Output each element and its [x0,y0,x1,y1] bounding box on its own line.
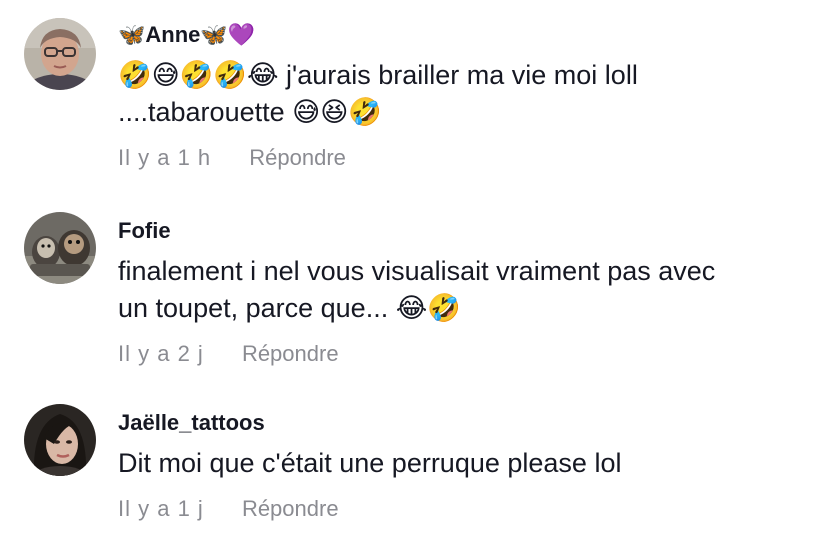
avatar-photo-icon [24,212,96,284]
comment-text-line: finalement i nel vous visualisait vraime… [118,256,716,286]
comment-timestamp: Il y a 2 j [118,341,204,366]
reply-button[interactable]: Répondre [249,145,346,170]
avatar[interactable] [24,18,96,90]
comment-timestamp: Il y a 1 h [118,145,212,170]
comment-meta: Il y a 1 h Répondre [118,145,802,171]
avatar[interactable] [24,212,96,284]
comment-text-line: Dit moi que c'était une perruque please … [118,448,622,478]
comment-text: 🤣😅🤣🤣😂 j'aurais brailler ma vie moi loll … [118,57,802,131]
comment-meta: Il y a 2 j Répondre [118,341,802,367]
comment-timestamp: Il y a 1 j [118,496,204,521]
comment-meta: Il y a 1 j Répondre [118,496,802,522]
comment-text: finalement i nel vous visualisait vraime… [118,253,802,327]
comment-text-line: 🤣😅🤣🤣😂 j'aurais brailler ma vie moi loll [118,60,638,90]
comment-username[interactable]: 🦋Anne🦋💜 [118,22,802,48]
reply-button[interactable]: Répondre [242,496,339,521]
comment-list: 🦋Anne🦋💜 🤣😅🤣🤣😂 j'aurais brailler ma vie m… [0,0,822,556]
comment-username[interactable]: Fofie [118,218,802,244]
avatar[interactable] [24,404,96,476]
comment-text-line: ....tabarouette 😅😆🤣 [118,97,383,127]
comment-username[interactable]: Jaëlle_tattoos [118,410,802,436]
reply-button[interactable]: Répondre [242,341,339,366]
avatar-photo-icon [24,18,96,90]
comment-text-line: un toupet, parce que... 😂🤣 [118,293,461,323]
comment-text: Dit moi que c'était une perruque please … [118,445,802,482]
avatar-photo-icon [24,404,96,476]
